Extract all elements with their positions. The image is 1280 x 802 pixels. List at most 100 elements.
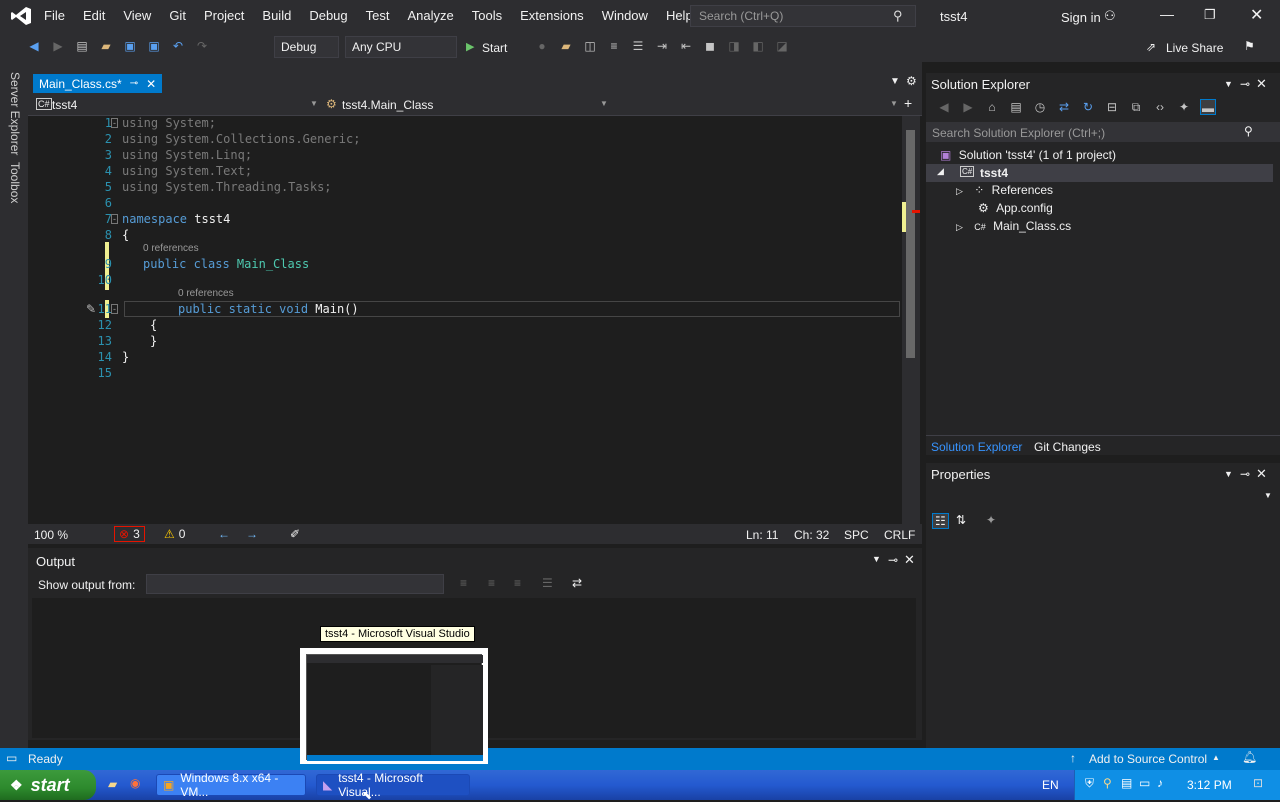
platform-dropdown[interactable]: Any CPU bbox=[345, 36, 457, 58]
attach-icon[interactable]: ● bbox=[534, 38, 550, 54]
tree-item-references[interactable]: ▷ ⁘ References bbox=[956, 183, 1053, 197]
categorized-icon[interactable]: ☷ bbox=[932, 513, 949, 529]
tree-item-project[interactable]: ◢ C# tsst4 bbox=[926, 164, 1273, 182]
tree-item-app-config[interactable]: ⚙ App.config bbox=[978, 201, 1053, 215]
forward-icon[interactable]: ▶ bbox=[960, 99, 976, 115]
taskbar-vm-button[interactable]: ▣ Windows 8.x x64 - VM... bbox=[156, 771, 306, 799]
tab-solution-explorer[interactable]: Solution Explorer bbox=[931, 440, 1022, 454]
close-panel-icon[interactable]: ✕ bbox=[1256, 466, 1267, 482]
pin-icon[interactable]: ⊸ bbox=[1240, 467, 1250, 481]
collapse-icon[interactable]: - bbox=[111, 304, 118, 314]
expanded-icon[interactable]: ◢ bbox=[937, 166, 944, 177]
start-button[interactable]: Start bbox=[482, 41, 507, 55]
forward-icon[interactable]: ▶ bbox=[50, 38, 66, 54]
toggle-wrap-icon[interactable]: ⇄ bbox=[572, 576, 582, 590]
bookmark-icon[interactable]: ◼ bbox=[702, 38, 718, 54]
pin-icon[interactable]: ⊸ bbox=[888, 553, 898, 567]
previous-issue-icon[interactable]: ← bbox=[218, 527, 230, 541]
save-icon[interactable]: ▣ bbox=[122, 38, 138, 54]
menu-project[interactable]: Project bbox=[195, 8, 253, 23]
prev-bookmark-icon[interactable]: ◨ bbox=[726, 38, 742, 54]
preview-icon[interactable]: ▬ bbox=[1200, 99, 1216, 115]
split-icon[interactable]: + bbox=[904, 95, 912, 111]
taskbar-vs-button[interactable]: ◣ tsst4 - Microsoft Visual... bbox=[316, 771, 470, 799]
sync-icon[interactable]: ⇄ bbox=[1056, 99, 1072, 115]
codelens-references[interactable]: 0 references bbox=[143, 243, 199, 254]
panel-menu-icon[interactable]: ▼ bbox=[1224, 79, 1233, 89]
firefox-icon[interactable]: ◉ bbox=[130, 776, 140, 790]
solution-search-input[interactable]: Search Solution Explorer (Ctrl+;) ⚲ bbox=[926, 122, 1280, 142]
search-icon[interactable]: ⚲ bbox=[1244, 124, 1253, 138]
menu-extensions[interactable]: Extensions bbox=[511, 8, 593, 23]
column-indicator[interactable]: Ch: 32 bbox=[794, 528, 829, 542]
server-explorer-tab[interactable]: Server Explorer bbox=[8, 72, 22, 155]
clock[interactable]: 3:12 PM bbox=[1187, 778, 1232, 792]
goto-next-icon[interactable]: ≡ bbox=[488, 576, 495, 590]
collapse-icon[interactable]: - bbox=[111, 214, 118, 224]
menu-view[interactable]: View bbox=[114, 8, 160, 23]
word-wrap-icon[interactable]: ☰ bbox=[542, 576, 553, 590]
window-thumbnail-preview[interactable] bbox=[300, 648, 488, 764]
spaces-indicator[interactable]: SPC bbox=[844, 528, 869, 542]
arrow-up-icon[interactable]: ↑ bbox=[1070, 751, 1076, 765]
start-icon[interactable]: ▶ bbox=[466, 40, 474, 53]
back-icon[interactable]: ◀ bbox=[26, 38, 42, 54]
clear-bookmark-icon[interactable]: ◪ bbox=[774, 38, 790, 54]
user-icon[interactable]: ⚇ bbox=[1104, 8, 1116, 24]
network-icon[interactable]: ▤ bbox=[1121, 776, 1132, 790]
property-pages-icon[interactable]: ✦ bbox=[986, 513, 996, 527]
vs-logo-icon[interactable] bbox=[10, 6, 32, 26]
display-icon[interactable]: ▭ bbox=[1139, 776, 1150, 790]
outdent-icon[interactable]: ⇤ bbox=[678, 38, 694, 54]
view-code-icon[interactable]: ‹› bbox=[1152, 99, 1168, 115]
show-all-files-icon[interactable]: ⧉ bbox=[1128, 99, 1144, 115]
properties-icon[interactable]: ✦ bbox=[1176, 99, 1192, 115]
close-panel-icon[interactable]: ✕ bbox=[1256, 76, 1267, 92]
save-all-icon[interactable]: ▣ bbox=[146, 38, 162, 54]
new-project-icon[interactable]: ▤ bbox=[74, 38, 90, 54]
warning-count[interactable]: ⚠ 0 bbox=[164, 527, 185, 541]
comment-icon[interactable]: ☰ bbox=[630, 38, 646, 54]
browser-link-icon[interactable]: ◫ bbox=[582, 38, 598, 54]
properties-object-dropdown[interactable]: ▼ bbox=[926, 487, 1280, 507]
sign-in-link[interactable]: Sign in bbox=[1061, 10, 1101, 25]
collapsed-icon[interactable]: ▷ bbox=[956, 186, 963, 196]
tree-item-solution[interactable]: ▣ Solution 'tsst4' (1 of 1 project) bbox=[940, 148, 1116, 162]
undo-icon[interactable]: ↶ bbox=[170, 38, 186, 54]
menu-test[interactable]: Test bbox=[357, 8, 399, 23]
tab-settings-icon[interactable]: ⚙ bbox=[906, 74, 917, 88]
menu-analyze[interactable]: Analyze bbox=[398, 8, 462, 23]
scroll-thumb[interactable] bbox=[906, 130, 915, 358]
menu-edit[interactable]: Edit bbox=[74, 8, 114, 23]
line-ending-indicator[interactable]: CRLF bbox=[884, 528, 915, 542]
pin-icon[interactable]: ⊸ bbox=[1240, 77, 1250, 91]
collapse-icon[interactable]: - bbox=[111, 118, 118, 128]
feedback-icon[interactable]: ⚑ bbox=[1244, 39, 1255, 53]
zoom-dropdown[interactable]: 100 % bbox=[34, 528, 68, 542]
menu-debug[interactable]: Debug bbox=[300, 8, 356, 23]
output-menu-icon[interactable]: ▼ bbox=[872, 554, 881, 564]
vertical-scrollbar[interactable] bbox=[902, 116, 920, 524]
home-icon[interactable]: ⌂ bbox=[984, 99, 1000, 115]
toolbox-tab[interactable]: Toolbox bbox=[8, 162, 22, 203]
config-dropdown[interactable]: Debug bbox=[274, 36, 339, 58]
search-tray-icon[interactable]: ⚲ bbox=[1103, 776, 1112, 790]
notification-icon[interactable]: 🔔︎ bbox=[1242, 750, 1257, 764]
close-window-button[interactable]: ✕ bbox=[1250, 5, 1263, 25]
panel-menu-icon[interactable]: ▼ bbox=[1224, 469, 1233, 479]
nav-class-dropdown[interactable]: tsst4.Main_Class bbox=[342, 98, 433, 112]
next-issue-icon[interactable]: → bbox=[246, 527, 258, 541]
line-indicator[interactable]: Ln: 11 bbox=[746, 528, 778, 542]
close-tab-icon[interactable]: ✕ bbox=[146, 77, 156, 91]
codelens-references[interactable]: 0 references bbox=[178, 288, 234, 299]
redo-icon[interactable]: ↷ bbox=[194, 38, 210, 54]
folder-icon[interactable]: ▰ bbox=[558, 38, 574, 54]
menu-window[interactable]: Window bbox=[593, 8, 657, 23]
switch-views-icon[interactable]: ▤ bbox=[1008, 99, 1024, 115]
refresh-icon[interactable]: ↻ bbox=[1080, 99, 1096, 115]
search-icon[interactable]: ⚲ bbox=[893, 8, 903, 24]
step-icon[interactable]: ≡ bbox=[606, 38, 622, 54]
start-button[interactable]: ❖ start bbox=[0, 770, 96, 800]
tab-main-class[interactable]: Main_Class.cs* ⊸ ✕ bbox=[33, 74, 163, 93]
tab-git-changes[interactable]: Git Changes bbox=[1034, 440, 1101, 454]
